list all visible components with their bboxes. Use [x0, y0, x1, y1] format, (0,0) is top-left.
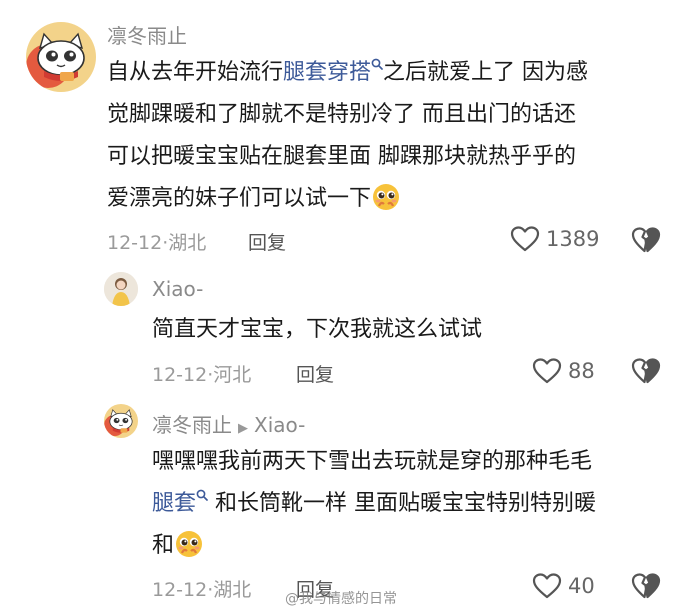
broken-heart-icon[interactable]: [631, 357, 661, 385]
comment-username: 凛冬雨止 ▶ Xiao-: [152, 409, 305, 438]
broken-heart-icon[interactable]: [631, 572, 661, 600]
comment-meta: 12-12·湖北: [107, 232, 207, 254]
heart-icon: [532, 572, 562, 600]
heart-icon: [532, 357, 562, 385]
watermark: @我与情感的日常: [285, 591, 397, 607]
like-button[interactable]: 40: [532, 572, 595, 600]
comment-text-line: 和: [152, 533, 175, 558]
reply-to-name[interactable]: Xiao-: [254, 413, 305, 437]
comment-text-line: 觉脚踝暖和了脚就不是特别冷了 而且出门的话还: [107, 102, 576, 127]
avatar[interactable]: [104, 272, 138, 306]
comment-meta: 12-12·湖北: [152, 579, 252, 601]
like-button[interactable]: 1389: [510, 225, 599, 253]
like-count: 1389: [546, 227, 600, 251]
comment-text-line: 可以把暖宝宝贴在腿套里面 脚踝那块就热乎乎的: [107, 144, 576, 169]
like-button[interactable]: 88: [532, 357, 595, 385]
comment-text-line: 嘿嘿嘿我前两天下雪出去玩就是穿的那种毛毛: [152, 449, 593, 474]
comment-content: 嘿嘿嘿我前两天下雪出去玩就是穿的那种毛毛 腿套 和长筒靴一样 里面贴暖宝宝特别特…: [152, 441, 672, 567]
broken-heart-icon[interactable]: [631, 226, 661, 254]
pleading-face-icon: [174, 529, 204, 559]
reply-arrow-icon: ▶: [238, 421, 248, 436]
search-icon: [196, 489, 208, 501]
search-icon: [371, 58, 383, 70]
like-count: 40: [568, 574, 595, 598]
comment-username[interactable]: 凛冬雨止: [107, 20, 187, 49]
comment-content: 自从去年开始流行腿套穿搭 之后就爱上了 因为感 觉脚踝暖和了脚就不是特别冷了 而且…: [107, 52, 667, 220]
comment-text-line: 爱漂亮的妹子们可以试一下: [107, 186, 372, 211]
avatar[interactable]: [104, 404, 138, 438]
comment-username[interactable]: Xiao-: [152, 277, 203, 301]
topic-link[interactable]: 腿套: [152, 491, 208, 516]
topic-link[interactable]: 腿套穿搭: [283, 60, 383, 85]
comment-text: 自从去年开始流行: [107, 60, 284, 85]
pleading-face-icon: [371, 182, 401, 212]
comment-meta: 12-12·河北: [152, 364, 252, 386]
reply-button[interactable]: 回复: [296, 360, 334, 387]
like-count: 88: [568, 359, 595, 383]
comment-content: 简直天才宝宝，下次我就这么试试: [152, 317, 483, 342]
author-name[interactable]: 凛冬雨止: [152, 413, 232, 437]
avatar[interactable]: [26, 22, 96, 92]
reply-button[interactable]: 回复: [248, 228, 286, 255]
heart-icon: [510, 225, 540, 253]
